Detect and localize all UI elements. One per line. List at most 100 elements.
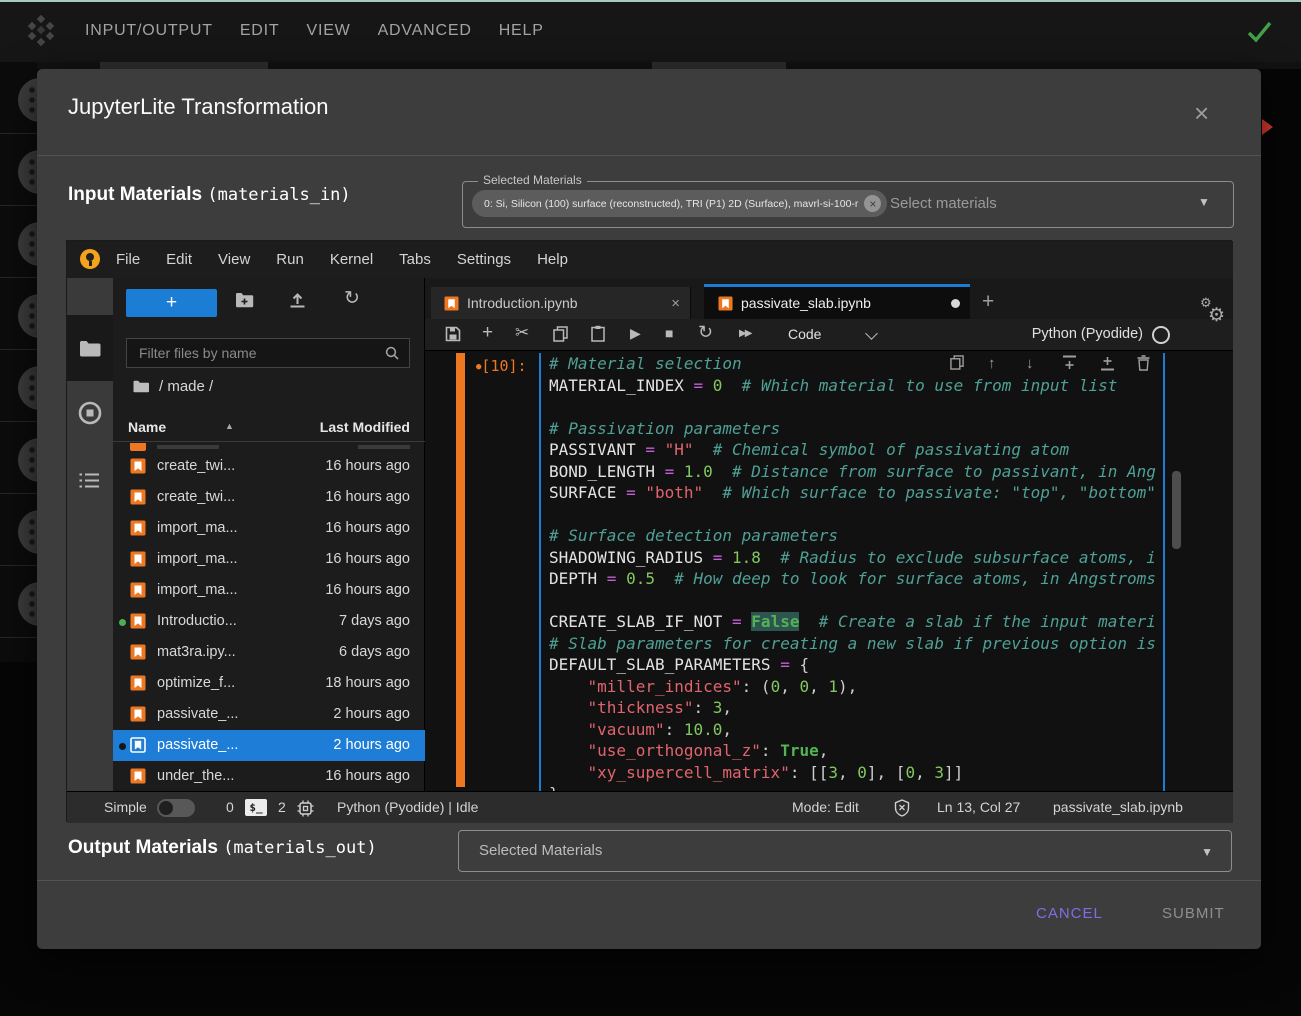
- jupyter-menu-edit[interactable]: Edit: [166, 251, 192, 268]
- cancel-button[interactable]: CANCEL: [1036, 905, 1103, 922]
- file-row[interactable]: passivate_...2 hours ago: [113, 730, 425, 761]
- jupyter-menu-view[interactable]: View: [218, 251, 250, 268]
- column-last-modified[interactable]: Last Modified: [320, 419, 410, 435]
- kernel-running-dot-icon: [119, 619, 126, 626]
- kernel-chip-icon[interactable]: [297, 800, 314, 817]
- jupyter-menu-run[interactable]: Run: [276, 251, 304, 268]
- tab-passivate-slab-ipynb[interactable]: passivate_slab.ipynb: [704, 284, 970, 319]
- refresh-icon[interactable]: ↻: [344, 287, 360, 310]
- notebook-icon: [130, 489, 146, 505]
- file-name: under_the...: [157, 768, 234, 784]
- file-row[interactable]: create_twi...16 hours ago: [113, 451, 425, 482]
- active-cell-indicator[interactable]: [456, 353, 465, 787]
- filter-files-input[interactable]: Filter files by name: [126, 338, 410, 368]
- output-materials-select[interactable]: Selected Materials ▼: [458, 830, 1232, 872]
- app-menu-edit[interactable]: EDIT: [240, 22, 280, 40]
- input-materials-text: Input Materials: [68, 184, 202, 205]
- simple-mode-toggle[interactable]: [157, 799, 195, 817]
- app-logo-icon[interactable]: [24, 14, 58, 48]
- mode-indicator[interactable]: Mode: Edit: [792, 799, 859, 815]
- breadcrumb[interactable]: / made /: [133, 378, 213, 395]
- shield-icon[interactable]: [894, 799, 910, 817]
- save-icon[interactable]: [445, 326, 461, 342]
- new-launcher-button[interactable]: +: [126, 289, 217, 317]
- app-menu-input-output[interactable]: INPUT/OUTPUT: [85, 22, 213, 40]
- move-cell-up-icon[interactable]: ↑: [988, 355, 996, 372]
- restart-run-all-icon[interactable]: ▶▶: [739, 328, 750, 339]
- file-row[interactable]: under_the...16 hours ago: [113, 761, 425, 791]
- delete-cell-icon[interactable]: [1137, 355, 1150, 371]
- restart-kernel-icon[interactable]: ↻: [698, 322, 713, 343]
- folder-icon[interactable]: [79, 340, 101, 357]
- submit-button[interactable]: SUBMIT: [1162, 905, 1225, 922]
- cursor-position[interactable]: Ln 13, Col 27: [937, 799, 1020, 815]
- terminal-icon[interactable]: $_: [245, 799, 267, 816]
- file-row[interactable]: import_ma...16 hours ago: [113, 544, 425, 575]
- code-line: "vacuum": 10.0,: [549, 719, 1165, 741]
- table-of-contents-icon[interactable]: [79, 472, 100, 489]
- kernel-status-icon[interactable]: [1152, 326, 1170, 344]
- cell-type-dropdown[interactable]: Code: [788, 326, 821, 342]
- jupyter-menu-settings[interactable]: Settings: [457, 251, 511, 268]
- file-row[interactable]: optimize_f...18 hours ago: [113, 668, 425, 699]
- running-kernels-icon[interactable]: [78, 401, 102, 425]
- kernel-status-text[interactable]: Python (Pyodide) | Idle: [337, 799, 478, 815]
- insert-cell-above-icon[interactable]: [1062, 355, 1077, 371]
- file-row[interactable]: import_ma...16 hours ago: [113, 575, 425, 606]
- app-menu-view[interactable]: VIEW: [306, 22, 350, 40]
- chevron-down-icon[interactable]: ▼: [1198, 195, 1210, 209]
- kernel-name[interactable]: Python (Pyodide): [1032, 326, 1143, 342]
- upload-icon[interactable]: [289, 291, 306, 308]
- dialog-close-icon[interactable]: ×: [1194, 100, 1209, 126]
- chip-remove-icon[interactable]: ×: [864, 195, 881, 212]
- jupyter-menu-help[interactable]: Help: [537, 251, 568, 268]
- file-row[interactable]: Introductio...7 days ago: [113, 606, 425, 637]
- app-menu-advanced[interactable]: ADVANCED: [378, 22, 472, 40]
- stop-kernel-icon[interactable]: ■: [665, 325, 673, 341]
- code-lines[interactable]: # Material selectionMATERIAL_INDEX = 0 #…: [549, 353, 1165, 791]
- jupyter-menu-tabs[interactable]: Tabs: [399, 251, 431, 268]
- copy-cells-icon[interactable]: [553, 326, 568, 342]
- jupyter-menu-file[interactable]: File: [116, 251, 140, 268]
- file-row[interactable]: passivate_...2 hours ago: [113, 699, 425, 730]
- insert-cell-below-icon[interactable]: [1100, 355, 1115, 371]
- new-tab-icon[interactable]: +: [982, 290, 994, 314]
- select-materials-placeholder: Select materials: [890, 195, 997, 212]
- cut-cells-icon[interactable]: ✂: [515, 323, 529, 343]
- terminals-count[interactable]: 0: [226, 799, 234, 815]
- simple-mode-label: Simple: [104, 799, 147, 815]
- duplicate-cell-icon[interactable]: [950, 355, 964, 370]
- kernels-count[interactable]: 2: [278, 799, 286, 815]
- jupyter-menu-kernel[interactable]: Kernel: [330, 251, 373, 268]
- tab-close-icon[interactable]: ×: [671, 295, 680, 312]
- tab-introduction-ipynb[interactable]: Introduction.ipynb ×: [431, 287, 691, 319]
- file-row[interactable]: mat3ra.ipy...6 days ago: [113, 637, 425, 668]
- new-folder-icon[interactable]: [235, 292, 254, 308]
- code-line: MATERIAL_INDEX = 0 # Which material to u…: [549, 375, 1165, 397]
- run-cell-icon[interactable]: ▶: [630, 325, 641, 342]
- notebook-icon: [130, 613, 146, 629]
- code-line: "xy_supercell_matrix": [[3, 0], [0, 3]]: [549, 762, 1165, 784]
- output-select-label: Selected Materials: [479, 842, 602, 859]
- unsaved-dot-icon[interactable]: [951, 299, 960, 308]
- move-cell-down-icon[interactable]: ↓: [1026, 355, 1034, 372]
- scrollbar-thumb[interactable]: [1172, 471, 1181, 549]
- chevron-down-icon[interactable]: [865, 327, 878, 340]
- sort-ascending-icon[interactable]: ▲: [225, 421, 234, 431]
- check-icon[interactable]: [1246, 18, 1273, 45]
- code-line: BOND_LENGTH = 1.0 # Distance from surfac…: [549, 461, 1165, 483]
- jupyter-menu: File Edit View Run Kernel Tabs Settings Help: [116, 241, 568, 278]
- file-row[interactable]: import_ma...16 hours ago: [113, 513, 425, 544]
- material-chip[interactable]: 0: Si, Silicon (100) surface (reconstruc…: [472, 190, 887, 217]
- add-cell-icon[interactable]: +: [482, 322, 493, 344]
- file-name: mat3ra.ipy...: [157, 644, 236, 660]
- statusbar-filename[interactable]: passivate_slab.ipynb: [1053, 799, 1183, 815]
- paste-cells-icon[interactable]: [591, 325, 605, 342]
- column-name[interactable]: Name: [128, 419, 166, 435]
- output-materials-text: Output Materials: [68, 837, 218, 858]
- code-line: # Surface detection parameters: [549, 525, 1165, 547]
- divider: [37, 155, 1261, 156]
- file-row[interactable]: create_twi...16 hours ago: [113, 482, 425, 513]
- app-menu-help[interactable]: HELP: [499, 22, 544, 40]
- chevron-down-icon[interactable]: ▼: [1201, 845, 1213, 859]
